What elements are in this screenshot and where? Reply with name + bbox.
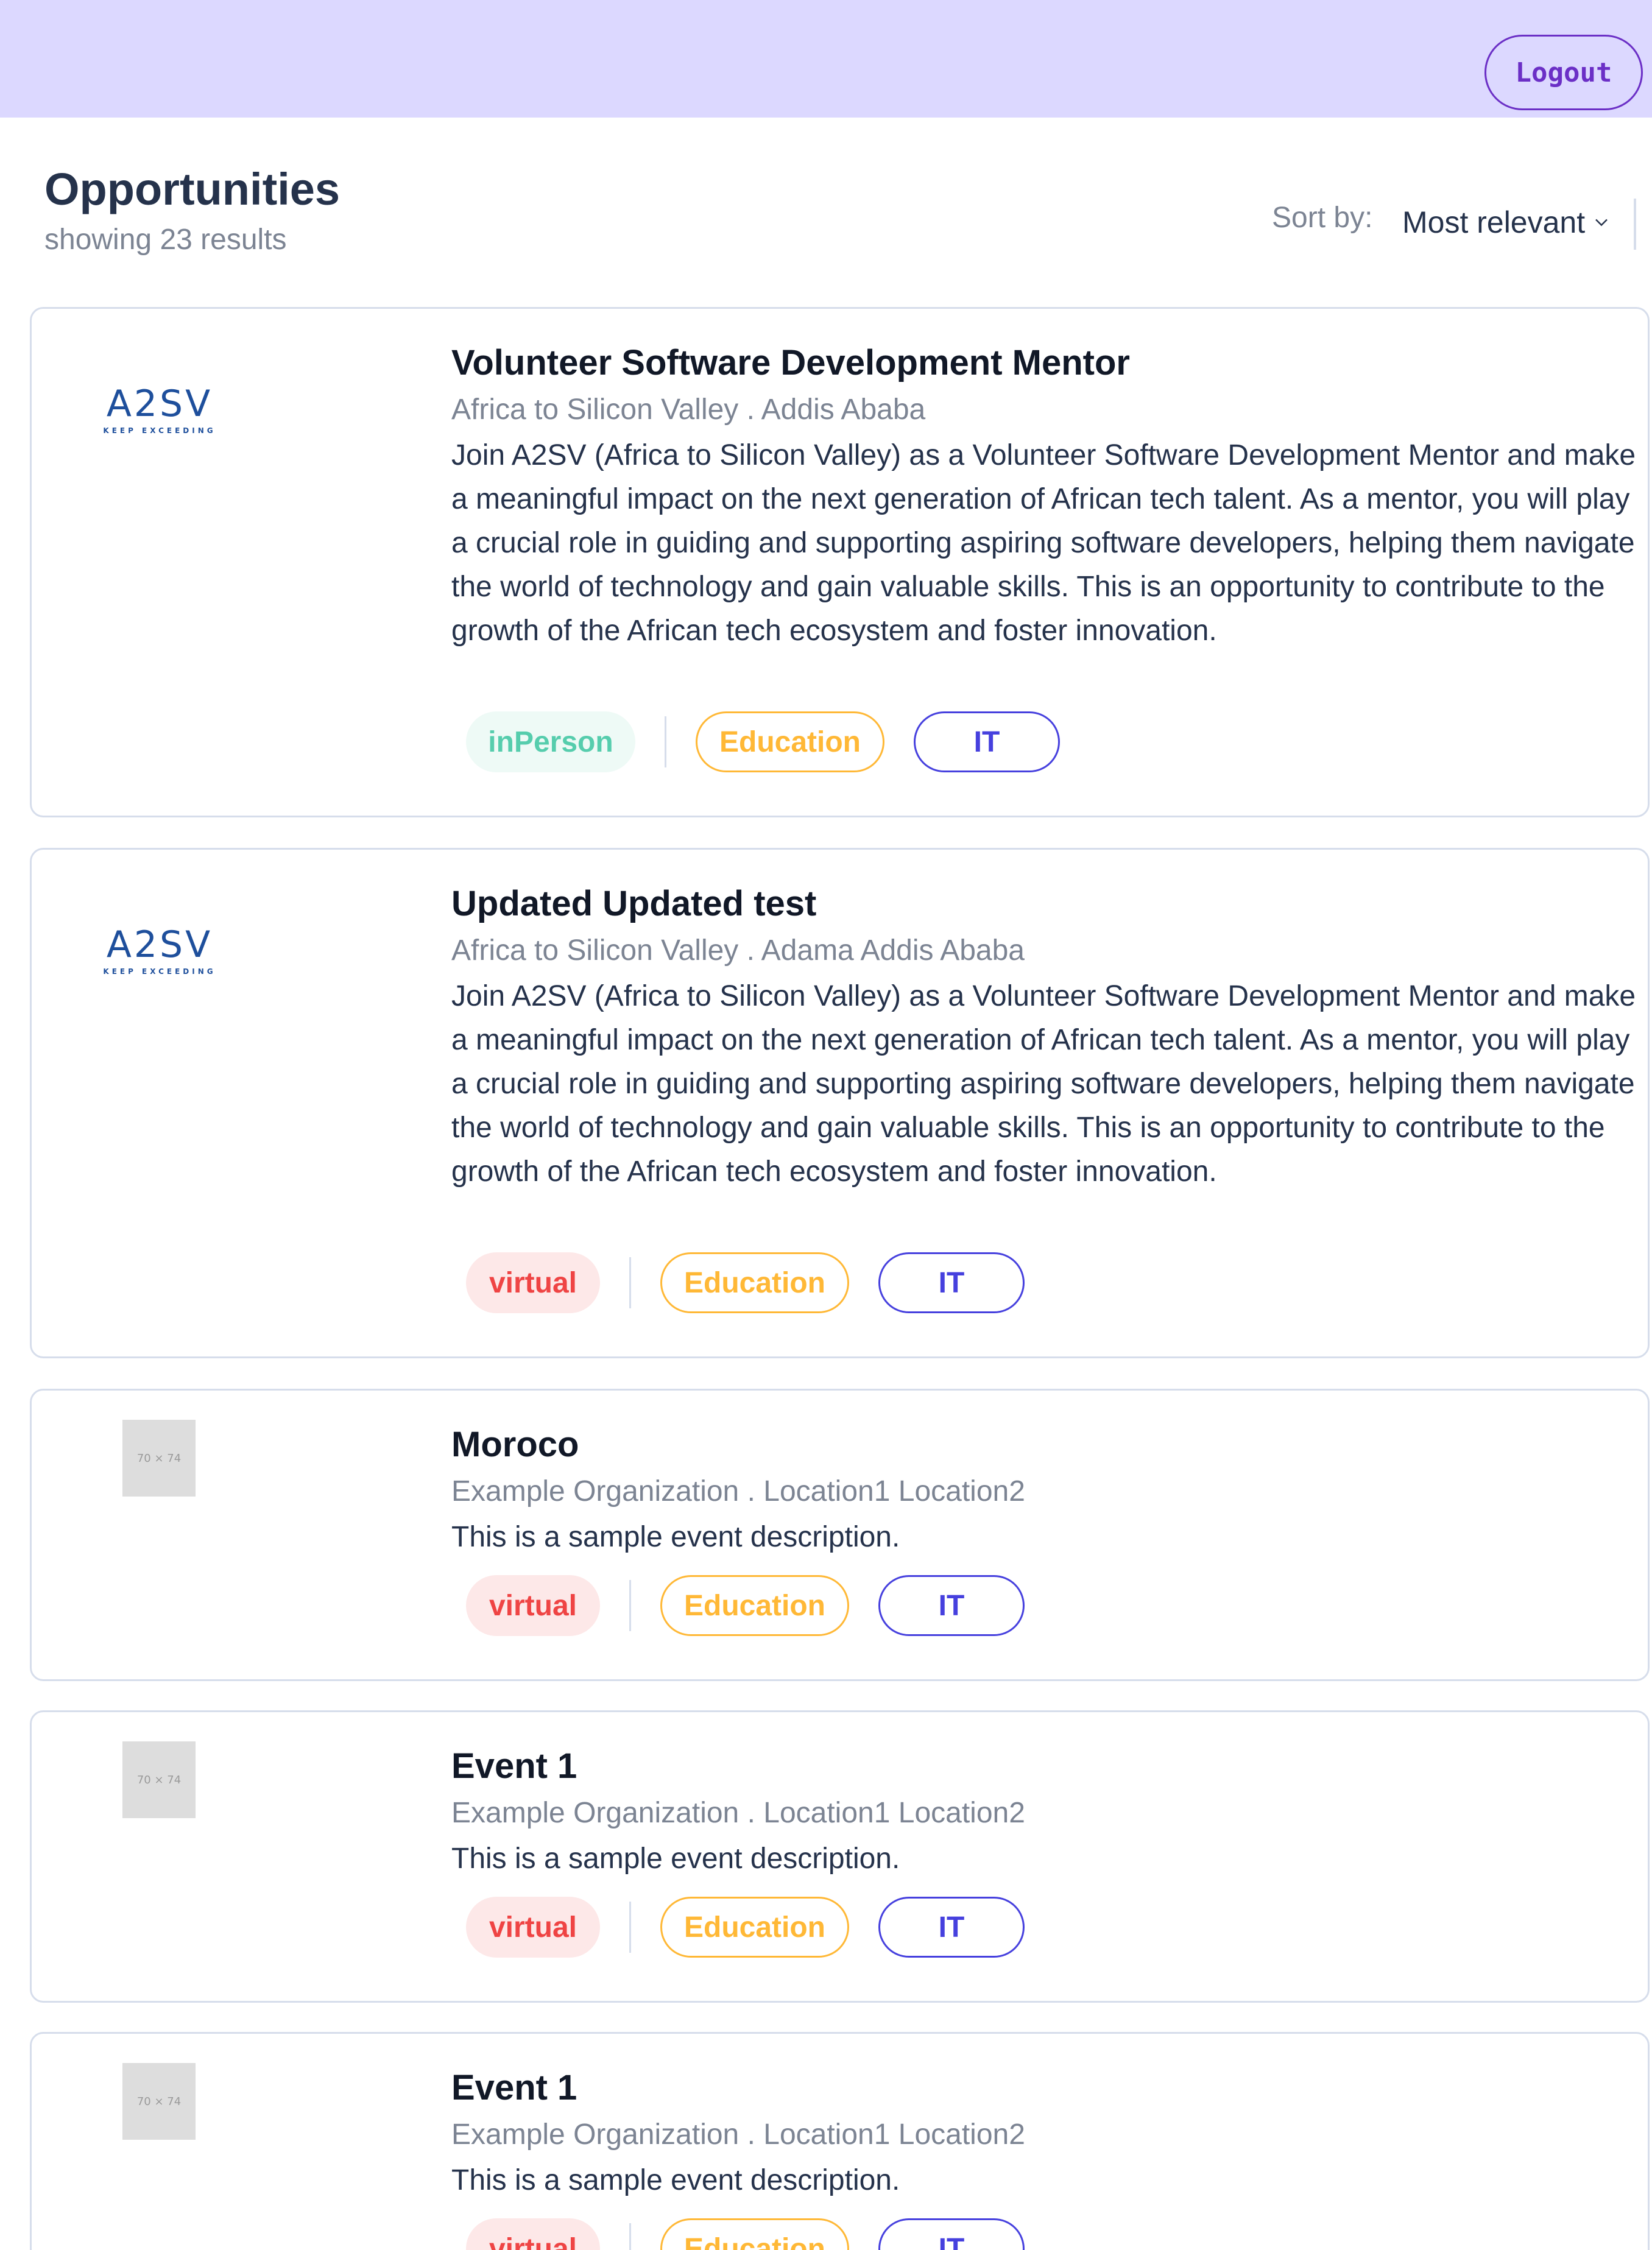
logo-placeholder: 70 × 74	[122, 1420, 196, 1497]
card-description: Join A2SV (Africa to Silicon Valley) as …	[451, 980, 1636, 1188]
category-tag-it: IT	[878, 1897, 1025, 1958]
category-tag-education: Education	[696, 711, 884, 772]
tag-row: virtual Education IT	[466, 2218, 1025, 2250]
tag-row: virtual Education IT	[466, 1252, 1025, 1313]
mode-tag: virtual	[466, 1897, 600, 1958]
category-tag-it: IT	[878, 2218, 1025, 2250]
opportunity-card[interactable]: 70 × 74 Event 1 Example Organization . L…	[30, 1710, 1650, 2003]
tag-row: virtual Education IT	[466, 1897, 1025, 1958]
tag-divider	[629, 2223, 631, 2250]
tag-divider	[629, 1580, 631, 1631]
card-meta: Africa to Silicon Valley . Adama Addis A…	[451, 934, 1025, 967]
mode-tag: inPerson	[466, 711, 635, 772]
sort-label: Sort by:	[1272, 202, 1373, 234]
tag-divider	[665, 716, 666, 767]
logo-placeholder: 70 × 74	[122, 2063, 196, 2140]
tag-divider	[629, 1257, 631, 1308]
category-tag-it: IT	[878, 1575, 1025, 1636]
sort-divider	[1634, 199, 1636, 250]
result-count: showing 23 results	[44, 224, 287, 256]
card-description: This is a sample event description.	[451, 2164, 900, 2196]
category-tag-education: Education	[660, 1575, 849, 1636]
tag-row: inPerson Education IT	[466, 711, 1060, 772]
card-title[interactable]: Event 1	[451, 1746, 577, 1786]
opportunity-card[interactable]: A2SV KEEP EXCEEDING Volunteer Software D…	[30, 307, 1650, 817]
tag-row: virtual Education IT	[466, 1575, 1025, 1636]
card-meta: Example Organization . Location1 Locatio…	[451, 1475, 1025, 1508]
category-tag-it: IT	[878, 1252, 1025, 1313]
card-description: This is a sample event description.	[451, 1521, 900, 1553]
logo-tagline-text: KEEP EXCEEDING	[103, 426, 216, 435]
sort-dropdown[interactable]: Most relevant	[1402, 205, 1611, 240]
mode-tag: virtual	[466, 1575, 600, 1636]
card-title[interactable]: Event 1	[451, 2067, 577, 2108]
sort-value: Most relevant	[1402, 205, 1586, 239]
page-title: Opportunities	[44, 164, 341, 214]
opportunity-card[interactable]: 70 × 74 Moroco Example Organization . Lo…	[30, 1389, 1650, 1681]
mode-tag: virtual	[466, 2218, 600, 2250]
card-title[interactable]: Volunteer Software Development Mentor	[451, 342, 1130, 383]
card-meta: Example Organization . Location1 Locatio…	[451, 2118, 1025, 2151]
category-tag-education: Education	[660, 2218, 849, 2250]
category-tag-it: IT	[914, 711, 1060, 772]
top-navbar: Logout	[0, 0, 1652, 118]
card-description: This is a sample event description.	[451, 1843, 900, 1875]
a2sv-logo: A2SV KEEP EXCEEDING	[103, 928, 216, 976]
opportunity-card[interactable]: 70 × 74 Event 1 Example Organization . L…	[30, 2032, 1650, 2250]
mode-tag: virtual	[466, 1252, 600, 1313]
card-title[interactable]: Updated Updated test	[451, 883, 816, 924]
logo-brand-text: A2SV	[107, 387, 213, 425]
category-tag-education: Education	[660, 1252, 849, 1313]
category-tag-education: Education	[660, 1897, 849, 1958]
a2sv-logo: A2SV KEEP EXCEEDING	[103, 387, 216, 435]
logo-tagline-text: KEEP EXCEEDING	[103, 967, 216, 976]
logo-placeholder: 70 × 74	[122, 1741, 196, 1818]
chevron-down-icon	[1595, 219, 1608, 227]
card-description: Join A2SV (Africa to Silicon Valley) as …	[451, 439, 1636, 647]
card-title[interactable]: Moroco	[451, 1424, 579, 1465]
card-meta: Africa to Silicon Valley . Addis Ababa	[451, 393, 926, 426]
tag-divider	[629, 1902, 631, 1953]
card-meta: Example Organization . Location1 Locatio…	[451, 1797, 1025, 1829]
logo-brand-text: A2SV	[107, 928, 213, 966]
opportunity-card[interactable]: A2SV KEEP EXCEEDING Updated Updated test…	[30, 848, 1650, 1358]
logout-button[interactable]: Logout	[1484, 35, 1643, 110]
